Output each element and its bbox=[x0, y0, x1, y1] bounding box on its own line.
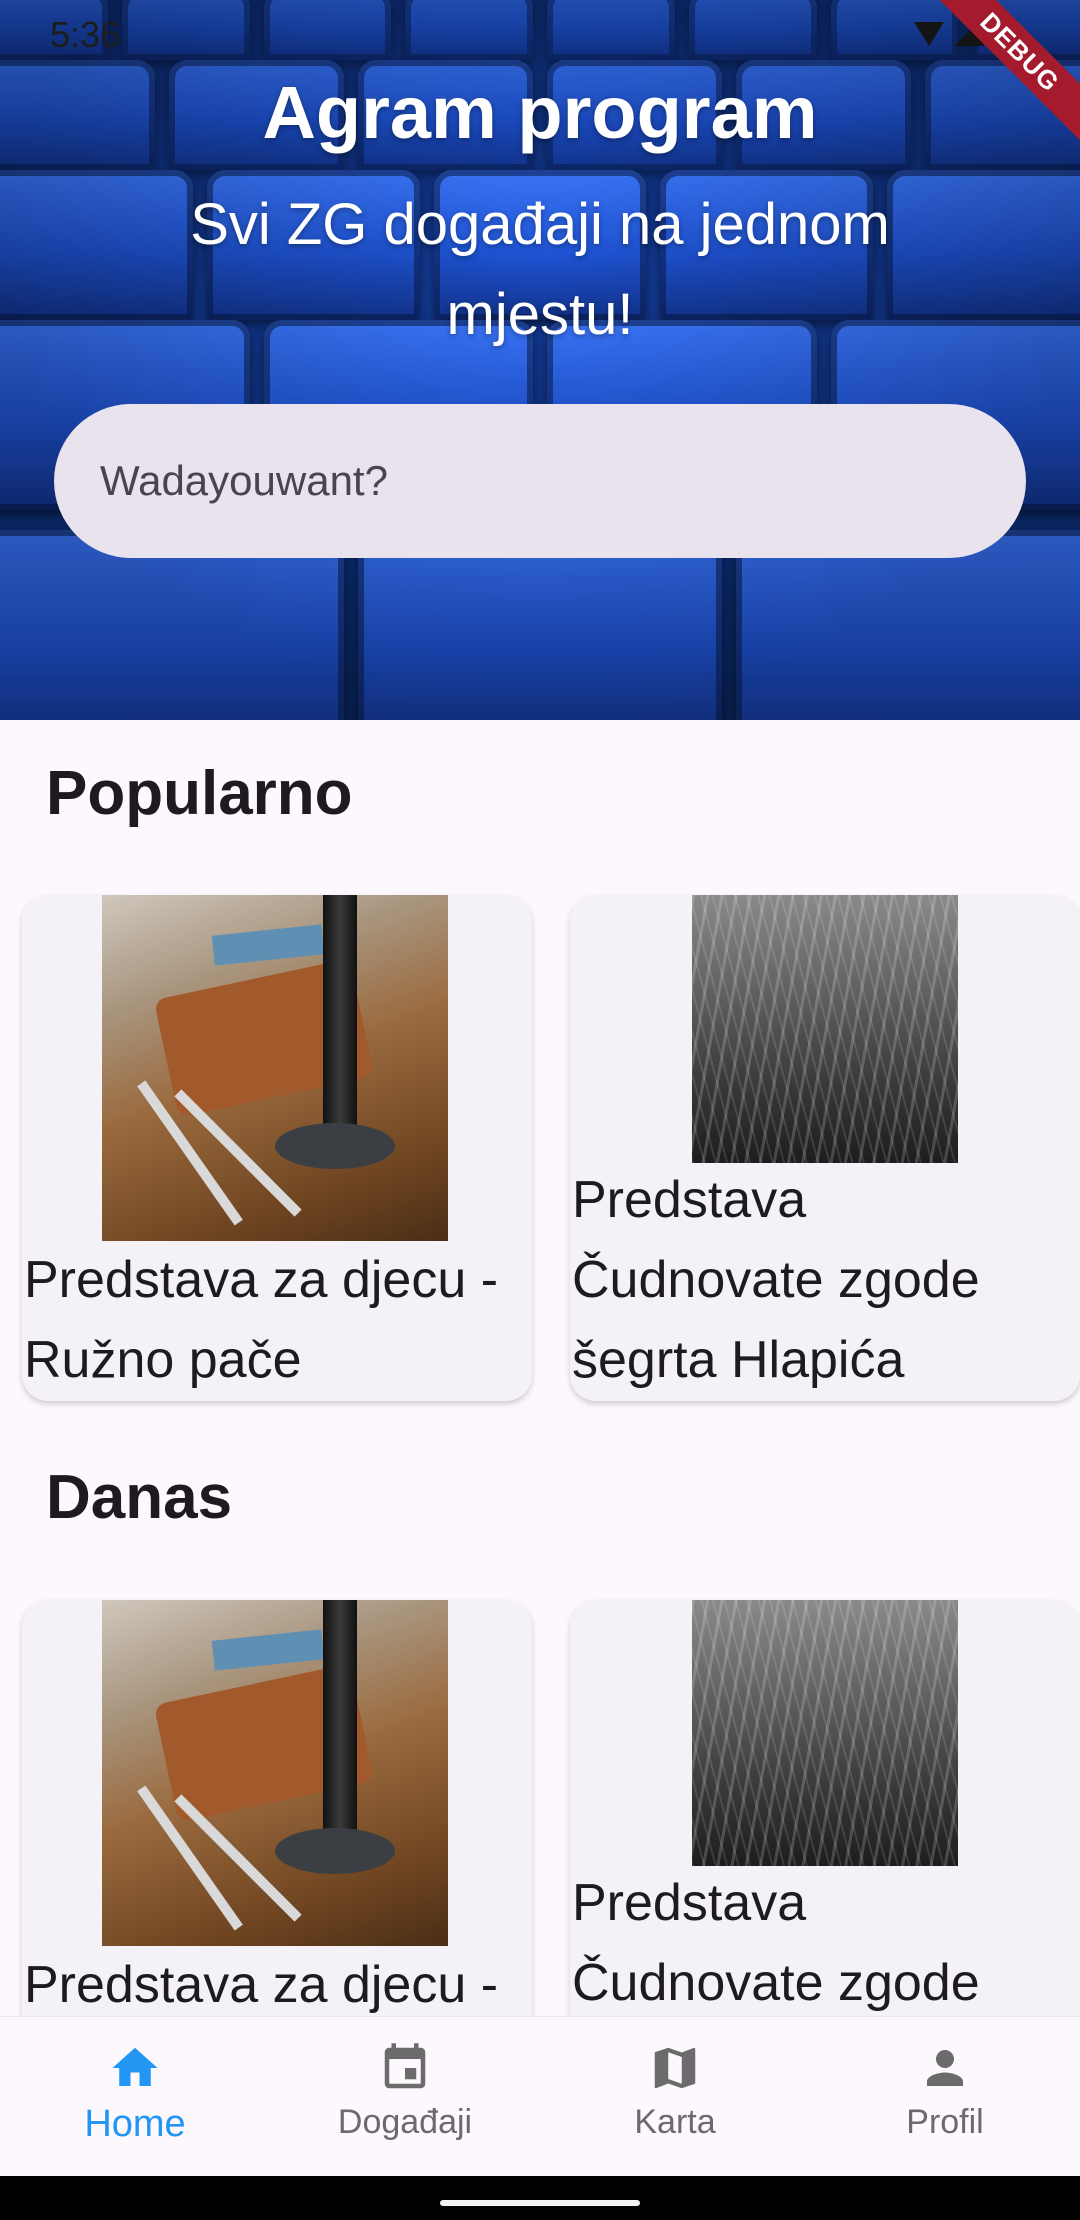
event-title: Predstava Čudnovate zgode šegrta Hlapića bbox=[572, 1171, 980, 1389]
home-icon bbox=[112, 2047, 158, 2086]
event-title: Predstava za djecu - bbox=[24, 1956, 499, 2014]
section-title-danas: Danas bbox=[46, 1463, 233, 1532]
hero-banner: 5:36 DEBUG Agram program Svi ZG događaji… bbox=[0, 0, 1080, 720]
nav-item-dogadaji[interactable]: Događaji bbox=[270, 2017, 540, 2176]
app-subtitle: Svi ZG događaji na jednom mjestu! bbox=[190, 192, 890, 347]
nav-item-home[interactable]: Home bbox=[0, 2017, 270, 2176]
bottom-navigation: Home Događaji Karta Profil bbox=[0, 2016, 1080, 2176]
section-title-popularno: Popularno bbox=[46, 759, 353, 828]
app-title: Agram program bbox=[262, 71, 818, 154]
event-title: Predstava Čudnovate zgode bbox=[572, 1874, 980, 2012]
event-image bbox=[692, 1600, 958, 1866]
event-image bbox=[102, 895, 448, 1241]
event-image bbox=[692, 895, 958, 1163]
event-card[interactable]: Predstava za djecu - Ružno pače bbox=[22, 895, 532, 1401]
nav-label: Home bbox=[84, 2103, 186, 2145]
search-field[interactable] bbox=[54, 404, 1026, 558]
status-time: 5:36 bbox=[50, 14, 121, 55]
nav-item-karta[interactable]: Karta bbox=[540, 2017, 810, 2176]
event-card[interactable]: Predstava Čudnovate zgode šegrta Hlapića bbox=[570, 895, 1080, 1401]
nav-label: Karta bbox=[634, 2103, 716, 2141]
nav-label: Profil bbox=[906, 2103, 984, 2141]
gesture-handle[interactable] bbox=[440, 2200, 640, 2206]
map-icon bbox=[654, 2047, 696, 2089]
person-icon bbox=[927, 2050, 963, 2086]
system-navigation-bar bbox=[0, 2176, 1080, 2220]
event-image bbox=[102, 1600, 448, 1946]
nav-item-profil[interactable]: Profil bbox=[810, 2017, 1080, 2176]
search-input[interactable] bbox=[100, 457, 1026, 505]
nav-label: Događaji bbox=[337, 2103, 473, 2141]
calendar-icon bbox=[384, 2043, 426, 2089]
wifi-icon bbox=[914, 22, 944, 46]
event-title: Predstava za djecu - Ružno pače bbox=[24, 1251, 499, 1389]
